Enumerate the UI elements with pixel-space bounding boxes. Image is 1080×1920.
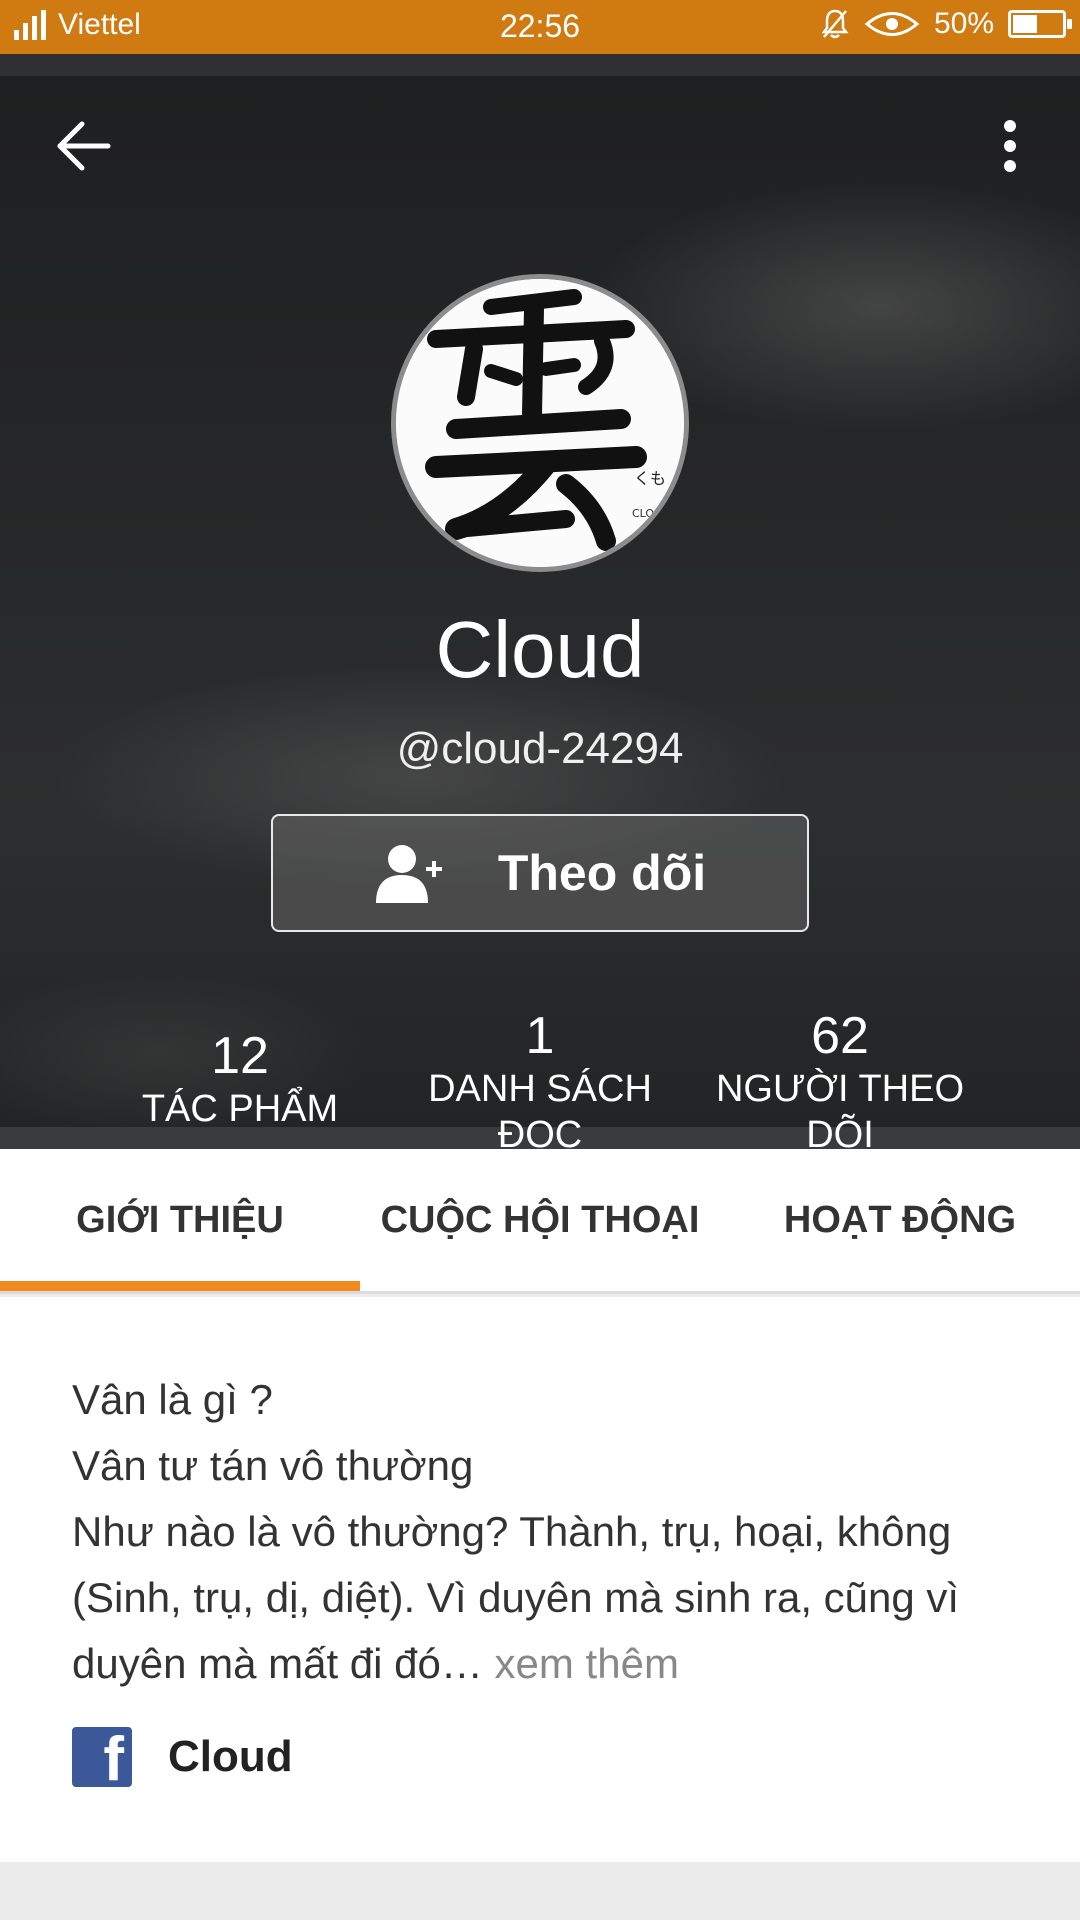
battery-fill xyxy=(1013,15,1037,33)
follow-button[interactable]: Theo dõi xyxy=(271,814,809,932)
avatar-image: くも CLO xyxy=(396,279,684,567)
profile-handle: @cloud-24294 xyxy=(396,724,684,773)
profile-header: くも CLO Cloud @cloud-24294 Theo dõi 12 TÁ… xyxy=(0,54,1080,1156)
battery-icon xyxy=(1008,10,1072,38)
about-line: Vân là gì ? xyxy=(72,1376,273,1423)
stat-value: 62 xyxy=(811,1007,869,1065)
about-line: Vân tư tán vô thường xyxy=(72,1442,474,1489)
about-section: Vân là gì ? Vân tư tán vô thường Như nào… xyxy=(0,1297,1080,1862)
profile-name: Cloud xyxy=(435,605,645,694)
stat-value: 12 xyxy=(211,1027,269,1085)
tab-activity[interactable]: HOẠT ĐỘNG xyxy=(720,1149,1080,1291)
facebook-link[interactable]: f Cloud xyxy=(72,1727,293,1787)
tab-indicator xyxy=(0,1281,360,1291)
stat-value: 1 xyxy=(525,1007,555,1065)
see-more-link[interactable]: xem thêm xyxy=(495,1640,679,1687)
facebook-name: Cloud xyxy=(168,1732,293,1781)
back-button[interactable] xyxy=(54,116,114,176)
avatar[interactable]: くも CLO xyxy=(391,274,689,572)
profile-tabs: GIỚI THIỆU CUỘC HỘI THOẠI HOẠT ĐỘNG xyxy=(0,1149,1080,1294)
follow-label: Theo dõi xyxy=(497,845,707,901)
stat-reading-lists[interactable]: 1 DANH SÁCH ĐỌC xyxy=(390,1006,690,1158)
svg-text:CLO: CLO xyxy=(632,507,654,520)
stat-works[interactable]: 12 TÁC PHẨM xyxy=(90,1026,390,1132)
about-paragraph: Như nào là vô thường? Thành, trụ, hoại, … xyxy=(72,1499,1012,1697)
stat-label: NGƯỜI THEO xyxy=(715,1068,965,1110)
svg-text:くも: くも xyxy=(634,469,666,488)
stat-followers[interactable]: 62 NGƯỜI THEO DÕI xyxy=(690,1006,990,1158)
bell-off-icon xyxy=(821,9,849,39)
status-right: 50% xyxy=(820,7,1072,41)
facebook-icon: f xyxy=(72,1727,132,1787)
profile-stats: 12 TÁC PHẨM 1 DANH SÁCH ĐỌC 62 NGƯỜI THE… xyxy=(0,1006,1080,1166)
stat-label: TÁC PHẨM xyxy=(141,1088,339,1130)
back-arrow-icon xyxy=(57,121,111,171)
about-text: Vân là gì ? Vân tư tán vô thường Như nào… xyxy=(72,1367,1012,1697)
tab-conversations[interactable]: CUỘC HỘI THOẠI xyxy=(360,1149,720,1291)
more-options-button[interactable] xyxy=(990,116,1030,176)
eye-icon xyxy=(864,12,920,36)
stat-label: DANH SÁCH xyxy=(428,1068,652,1110)
add-user-icon xyxy=(375,845,442,903)
status-bar: Viettel 22:56 50% xyxy=(0,0,1080,54)
battery-percent: 50% xyxy=(933,7,994,40)
tab-about[interactable]: GIỚI THIỆU xyxy=(0,1149,360,1291)
more-vert-icon xyxy=(1004,120,1016,172)
ellipsis: … xyxy=(440,1640,483,1687)
